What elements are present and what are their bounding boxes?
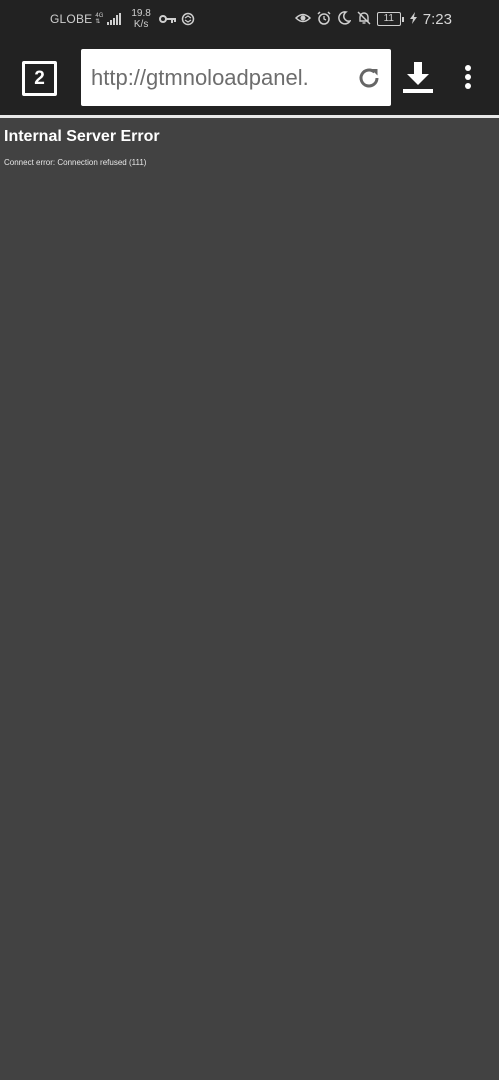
alarm-icon [317, 10, 331, 28]
vpn-key-icon [158, 14, 177, 24]
download-icon[interactable] [400, 60, 436, 94]
network-type: 4G ⇅ [95, 13, 103, 25]
carrier-name: GLOBE [50, 12, 93, 26]
signal-icon [107, 13, 122, 25]
battery-icon: 11 [376, 12, 404, 26]
sync-icon [181, 12, 195, 26]
page-title: Internal Server Error [4, 128, 160, 145]
speed-value: 19.8 [131, 8, 151, 19]
menu-icon[interactable] [458, 64, 478, 92]
status-right: 11 7:23 [294, 8, 452, 30]
web-content: Internal Server Error Connect error: Con… [0, 118, 499, 1080]
reload-icon[interactable] [355, 64, 383, 92]
battery-level: 11 [376, 12, 401, 26]
speed-unit: K/s [133, 19, 149, 30]
bell-off-icon [357, 11, 371, 28]
network-speed: 19.8 K/s [131, 8, 150, 30]
moon-icon [337, 10, 352, 28]
battery-tip [401, 16, 404, 22]
error-message: Connect error: Connection refused (111) [4, 158, 147, 167]
status-bar: GLOBE 4G ⇅ 19.8 K/s 11 7:23 [0, 0, 499, 38]
url-text[interactable]: http://gtmnoloadpanel. [91, 49, 351, 106]
charging-icon [409, 11, 417, 27]
url-bar[interactable]: http://gtmnoloadpanel. [81, 49, 391, 106]
eye-comfort-icon [294, 12, 311, 27]
clock: 7:23 [422, 10, 452, 28]
status-left: GLOBE 4G ⇅ 19.8 K/s [50, 8, 195, 30]
tab-switcher-button[interactable]: 2 [22, 61, 57, 96]
screen: GLOBE 4G ⇅ 19.8 K/s 11 7:23 2 http://gtm… [0, 0, 499, 1080]
network-type-arrows-icon: ⇅ [95, 19, 101, 25]
browser-toolbar: 2 http://gtmnoloadpanel. [0, 38, 499, 115]
